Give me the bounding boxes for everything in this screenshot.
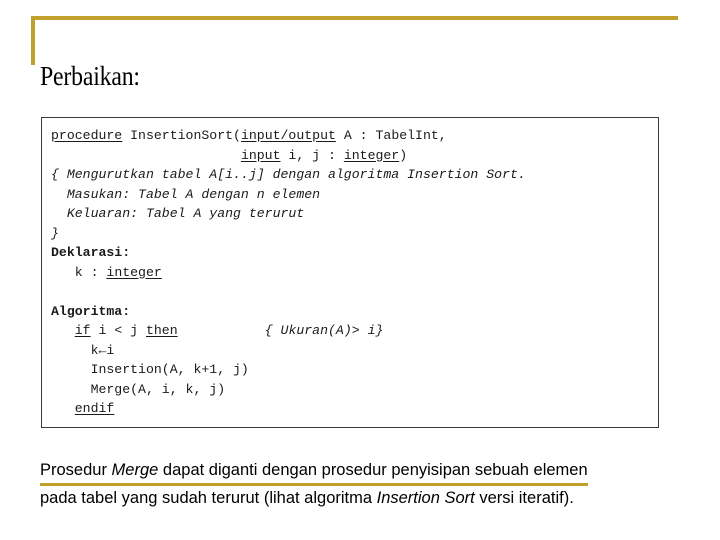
code-line-8-plain-0: k : [51,264,107,280]
code-line-10: Algoritma: [51,302,526,322]
caption-l1-italic-1: Merge [111,461,159,479]
code-line-1: procedure InsertionSort(input/output A :… [51,126,526,146]
code-line-1-plain-3: A : TabelInt, [335,128,447,143]
code-line-7: Deklarasi: [51,243,526,263]
code-line-14-plain-0: Merge(A, i, k, j) [51,381,226,397]
code-line-13: Insertion(A, k+1, j) [51,360,526,380]
code-line-11-plain-2: i < j [90,323,146,338]
caption-line-1-text: Prosedur Merge dapat diganti dengan pros… [40,458,588,486]
code-line-7-bold-0: Deklarasi: [51,245,131,260]
caption-l2-plain-0: pada tabel yang sudah terurut (lihat alg… [40,489,377,507]
code-line-11: if i < j then { Ukuran(A)> i} [51,321,526,341]
code-line-2-plain-0 [51,148,241,163]
caption-l2-italic-1: Insertion Sort [376,489,475,507]
code-line-6: } [51,224,526,244]
code-line-13-plain-0: Insertion(A, k+1, j) [51,362,249,377]
code-line-3: { Mengurutkan tabel A[i..j] dengan algor… [51,165,526,185]
caption-line-2-text: pada tabel yang sudah terurut (lihat alg… [40,489,574,507]
pseudocode-box: procedure InsertionSort(input/output A :… [41,117,659,428]
code-line-11-comment-5: { Ukuran(A)> i} [264,323,384,338]
pseudocode-listing: procedure InsertionSort(input/output A :… [51,126,526,419]
caption: Prosedur Merge dapat diganti dengan pros… [40,458,716,510]
code-line-1-keyword-2: input/output [240,128,336,143]
code-line-1-keyword-0: procedure [51,128,123,143]
code-line-10-bold-0: Algoritma: [51,303,131,319]
code-line-5-comment-0: Keluaran: Tabel A yang terurut [51,206,305,221]
code-line-4: Masukan: Tabel A dengan n elemen [51,185,526,205]
code-line-11-plain-0 [51,323,75,338]
code-line-14: Merge(A, i, k, j) [51,380,526,400]
code-line-15-keyword-1: endif [74,401,115,416]
caption-l1-plain-2: dapat diganti dengan prosedur penyisipan… [158,461,588,479]
code-line-8-keyword-1: integer [106,264,162,280]
caption-l1-plain-0: Prosedur [40,461,112,479]
page-title: Perbaikan: [40,61,140,91]
code-line-6-comment-0: } [51,225,59,241]
caption-l2-plain-2: versi iteratif). [474,489,574,507]
code-line-2-keyword-3: integer [343,147,400,163]
code-line-15-plain-0 [51,401,75,416]
code-line-15: endif [51,399,526,419]
code-line-11-keyword-3: then [145,323,178,338]
code-line-12-plain-0: k←i [51,342,115,358]
code-line-1-plain-1: InsertionSort( [122,128,241,143]
code-line-4-comment-0: Masukan: Tabel A dengan n elemen [51,186,321,202]
code-line-11-keyword-1: if [74,323,91,338]
code-line-5: Keluaran: Tabel A yang terurut [51,204,526,224]
code-line-11-plain-4 [178,323,265,338]
code-line-2-plain-2: i, j : [280,147,344,163]
code-line-2-keyword-1: input [240,147,281,163]
caption-line-1: Prosedur Merge dapat diganti dengan pros… [40,458,716,486]
code-line-2: input i, j : integer) [51,146,526,166]
caption-line-2: pada tabel yang sudah terurut (lihat alg… [40,486,716,510]
code-line-2-plain-4: ) [399,147,408,163]
gold-corner-decoration [31,16,678,65]
code-line-12: k←i [51,341,526,361]
code-line-8: k : integer [51,263,526,283]
code-line-3-comment-0: { Mengurutkan tabel A[i..j] dengan algor… [51,167,526,182]
